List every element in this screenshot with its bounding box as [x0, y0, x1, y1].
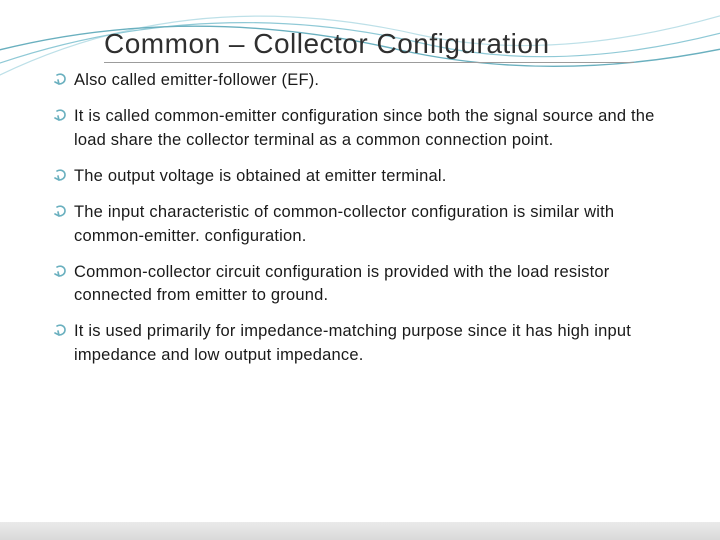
bottom-band [0, 522, 720, 540]
bullet-item: Common-collector circuit configuration i… [54, 261, 666, 309]
swirl-bullet-icon [54, 264, 70, 280]
bullet-text: It is used primarily for impedance-match… [74, 322, 631, 364]
slide-title: Common – Collector Configuration [104, 28, 634, 63]
bullet-item: It is called common-emitter configuratio… [54, 105, 666, 153]
slide-content: Common – Collector Configuration Also ca… [0, 0, 720, 368]
bullet-text: Common-collector circuit configuration i… [74, 263, 610, 305]
bullet-item: The input characteristic of common-colle… [54, 201, 666, 249]
bullet-text: The input characteristic of common-colle… [74, 203, 614, 245]
swirl-bullet-icon [54, 108, 70, 124]
swirl-bullet-icon [54, 168, 70, 184]
bullet-text: The output voltage is obtained at emitte… [74, 167, 446, 185]
bullet-item: The output voltage is obtained at emitte… [54, 165, 666, 189]
swirl-bullet-icon [54, 72, 70, 88]
bullet-list: Also called emitter-follower (EF). It is … [54, 69, 666, 368]
bullet-item: It is used primarily for impedance-match… [54, 320, 666, 368]
bullet-text: It is called common-emitter configuratio… [74, 107, 655, 149]
swirl-bullet-icon [54, 204, 70, 220]
bullet-item: Also called emitter-follower (EF). [54, 69, 666, 93]
swirl-bullet-icon [54, 323, 70, 339]
bullet-text: Also called emitter-follower (EF). [74, 71, 319, 89]
